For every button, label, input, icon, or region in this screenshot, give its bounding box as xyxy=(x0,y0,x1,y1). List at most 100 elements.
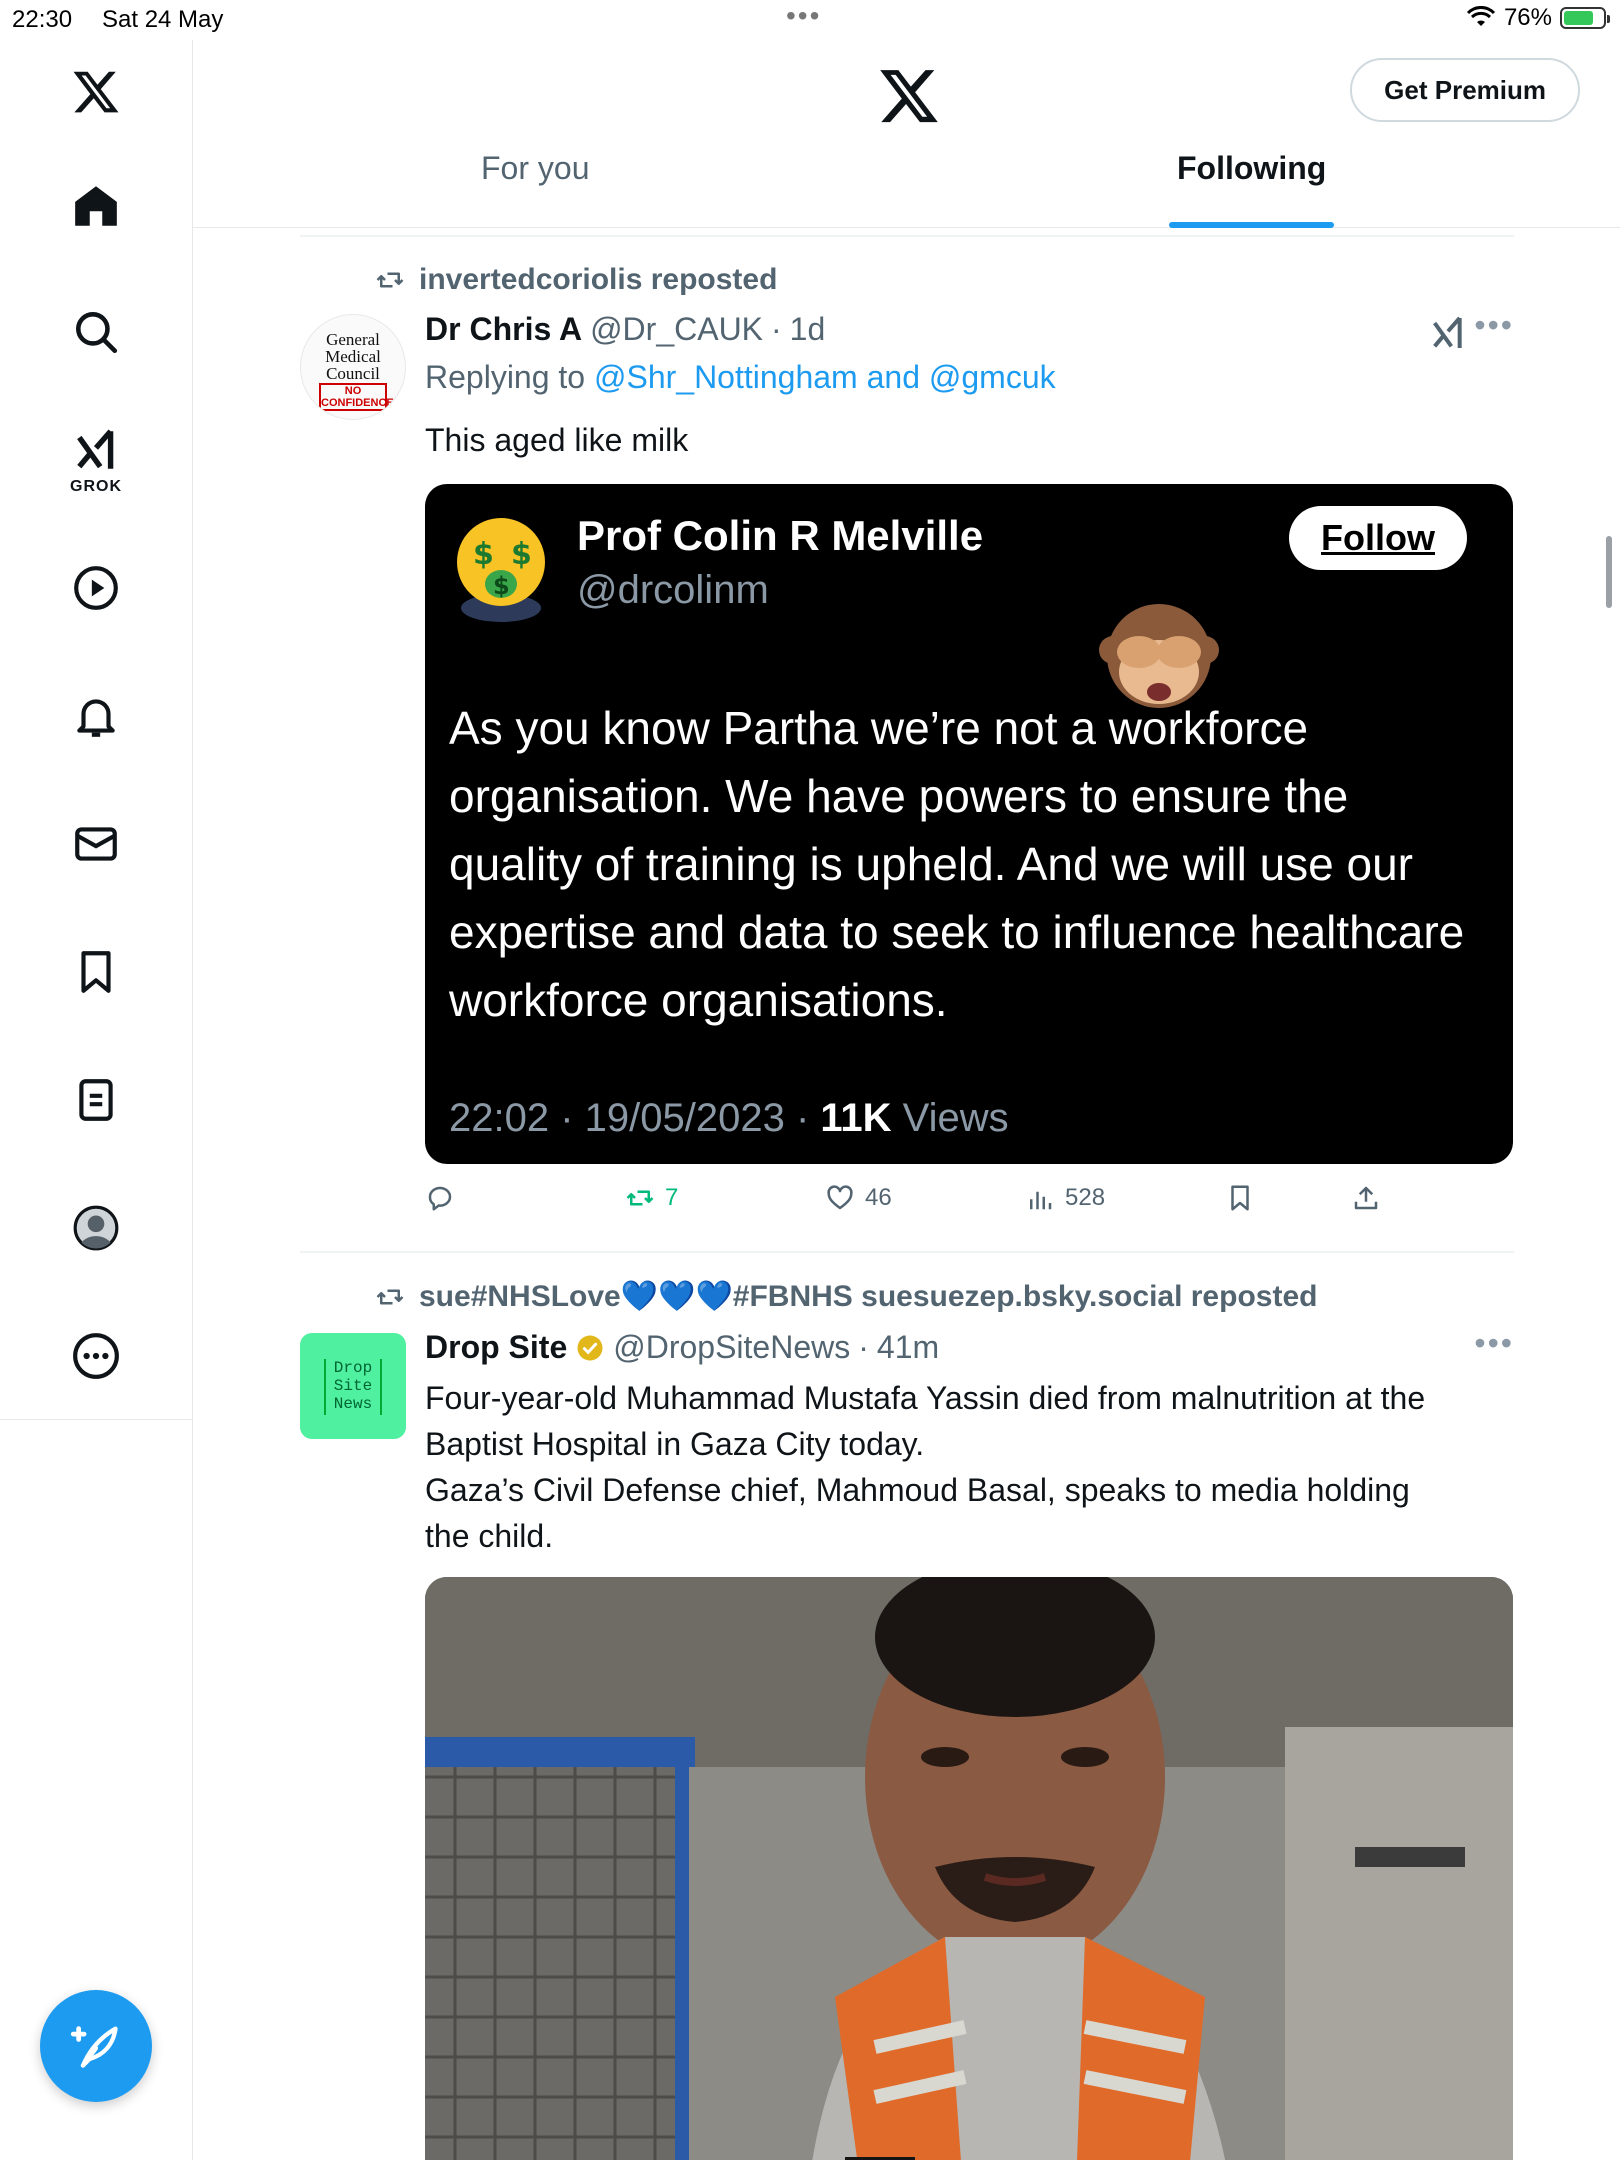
heart-icon xyxy=(827,1185,853,1210)
messages-envelope-icon[interactable] xyxy=(66,814,126,874)
video-play-icon[interactable] xyxy=(66,558,126,618)
status-bar: 22:30 Sat 24 May ••• 76% xyxy=(0,0,1620,40)
svg-text:$: $ xyxy=(473,537,494,572)
tab-active-indicator xyxy=(1169,222,1335,228)
like-button[interactable]: 46 xyxy=(825,1183,892,1213)
avatar-stamp-line: NO xyxy=(344,385,362,397)
status-date: Sat 24 May xyxy=(102,6,224,33)
replying-prefix: Replying to xyxy=(425,359,586,395)
repost-context: invertedcoriolis reposted xyxy=(373,263,777,297)
repost-button[interactable]: 7 xyxy=(625,1183,678,1213)
grok-icon[interactable] xyxy=(66,420,126,480)
tweet-video-thumbnail[interactable] xyxy=(425,1577,1513,2160)
author-handle[interactable]: @DropSiteNews xyxy=(613,1329,850,1366)
money-mouth-face-icon: $ $ $ xyxy=(457,518,545,622)
home-icon[interactable] xyxy=(66,176,126,236)
divider xyxy=(300,235,1514,237)
reply-icon xyxy=(428,1186,452,1211)
repost-by-text: sue#NHSLove💙💙💙#FBNHS suesuezep.bsky.soci… xyxy=(419,1280,1318,1313)
sidebar-nav: GROK xyxy=(0,40,192,1420)
tweet-text: Four-year-old Muhammad Mustafa Yassin di… xyxy=(425,1375,1425,1559)
search-icon[interactable] xyxy=(66,302,126,362)
avatar-text-line: General xyxy=(326,330,380,349)
repost-icon xyxy=(626,1190,654,1206)
svg-text:$: $ xyxy=(493,572,510,600)
repost-count: 7 xyxy=(665,1184,679,1211)
compose-post-button[interactable] xyxy=(40,1990,152,2102)
avatar[interactable]: General Medical Council NO CONFIDENCE xyxy=(300,314,406,420)
grok-label: GROK xyxy=(70,478,122,495)
embedded-follow-button: Follow xyxy=(1289,506,1467,570)
avatar-text-line: Medical xyxy=(325,347,381,366)
author-name[interactable]: Dr Chris A xyxy=(425,311,582,348)
tweet-time[interactable]: 41m xyxy=(877,1329,939,1366)
sidebar: GROK xyxy=(0,40,193,2160)
tweet-more-icon[interactable]: ••• xyxy=(1474,1325,1514,1362)
avatar-text-line: Drop xyxy=(333,1359,373,1377)
tweet-more-icon[interactable]: ••• xyxy=(1474,307,1514,344)
timeline-feed: invertedcoriolis reposted General Medica… xyxy=(193,229,1620,2160)
avatar-text-line: News xyxy=(333,1395,373,1413)
avatar[interactable]: Drop Site News xyxy=(300,1333,406,1439)
tab-following[interactable]: Following xyxy=(1169,150,1335,228)
bookmark-button[interactable] xyxy=(1225,1183,1255,1213)
battery-percent: 76% xyxy=(1503,4,1552,31)
share-icon xyxy=(1354,1186,1378,1210)
embedded-tweet-image[interactable]: $ $ $ Prof Colin R Melville @drcolinm Fo… xyxy=(425,484,1513,1164)
reply-button[interactable] xyxy=(425,1183,465,1213)
embedded-views-label: Views xyxy=(891,1096,1009,1140)
get-premium-button[interactable]: Get Premium xyxy=(1350,58,1580,122)
tweet-header: Drop Site @DropSiteNews · 41m xyxy=(425,1329,939,1366)
bookmarks-icon[interactable] xyxy=(66,942,126,1002)
status-right: 76% xyxy=(1466,4,1610,32)
tab-for-you[interactable]: For you xyxy=(481,150,589,228)
like-count: 46 xyxy=(865,1184,892,1211)
embedded-author-handle: @drcolinm xyxy=(577,568,769,612)
share-button[interactable] xyxy=(1351,1183,1381,1213)
wifi-icon xyxy=(1466,6,1496,26)
verified-badge-icon xyxy=(577,1335,603,1360)
x-logo-icon[interactable] xyxy=(877,64,941,128)
repost-by-text: invertedcoriolis reposted xyxy=(419,263,778,296)
tab-following-label: Following xyxy=(1177,150,1327,186)
avatar-text-line: Site xyxy=(333,1377,373,1395)
author-handle[interactable]: @Dr_CAUK xyxy=(590,311,763,348)
battery-icon xyxy=(1560,7,1610,29)
tweet-actions: 7 46 528 xyxy=(425,1183,1513,1223)
separator: · xyxy=(858,1329,869,1365)
tweet-text-line: Gaza’s Civil Defense chief, Mahmoud Basa… xyxy=(425,1472,1410,1508)
tweet-time[interactable]: 1d xyxy=(790,311,826,348)
embedded-views-count: 11K xyxy=(820,1096,892,1140)
lists-icon[interactable] xyxy=(66,1070,126,1130)
repost-context: sue#NHSLove💙💙💙#FBNHS suesuezep.bsky.soci… xyxy=(373,1279,1317,1314)
status-time: 22:30 xyxy=(12,6,73,33)
analytics-bars-icon xyxy=(1030,1191,1052,1210)
compose-feather-icon xyxy=(70,2026,118,2068)
feed-scrollbar[interactable] xyxy=(1606,536,1612,608)
repost-icon xyxy=(376,272,404,288)
profile-avatar-icon[interactable] xyxy=(66,1198,126,1258)
replying-to-link[interactable]: @Shr_Nottingham and @gmcuk xyxy=(594,359,1056,395)
views-count: 528 xyxy=(1065,1184,1106,1211)
repost-icon xyxy=(376,1289,404,1304)
x-logo-icon[interactable] xyxy=(66,62,126,122)
embedded-tweet-body: As you know Partha we’re not a workforce… xyxy=(449,702,1465,1026)
avatar-text-line: Council xyxy=(326,364,380,383)
bookmark-icon xyxy=(1231,1185,1249,1211)
embedded-author-name: Prof Colin R Melville xyxy=(577,512,984,559)
tweet-text-line: Four-year-old Muhammad Mustafa Yassin di… xyxy=(425,1380,1426,1416)
views-button[interactable]: 528 xyxy=(1025,1183,1105,1213)
top-header: Get Premium For you Following xyxy=(193,40,1620,228)
notifications-bell-icon[interactable] xyxy=(66,686,126,746)
divider xyxy=(300,1251,1514,1253)
video-frame-illustration xyxy=(425,1577,1513,2160)
svg-text:$: $ xyxy=(511,537,532,572)
more-options-icon[interactable] xyxy=(66,1326,126,1386)
grok-explain-icon[interactable] xyxy=(1428,313,1468,353)
embedded-timestamp: 22:02 · 19/05/2023 · xyxy=(449,1096,821,1140)
tweet-header: Dr Chris A @Dr_CAUK · 1d xyxy=(425,311,825,348)
embedded-tweet-footer: 22:02 · 19/05/2023 · 11K Views xyxy=(449,1096,1009,1141)
multitasking-dots-icon[interactable]: ••• xyxy=(786,0,821,32)
author-name[interactable]: Drop Site xyxy=(425,1329,567,1366)
replying-to: Replying to @Shr_Nottingham and @gmcuk xyxy=(425,359,1056,396)
